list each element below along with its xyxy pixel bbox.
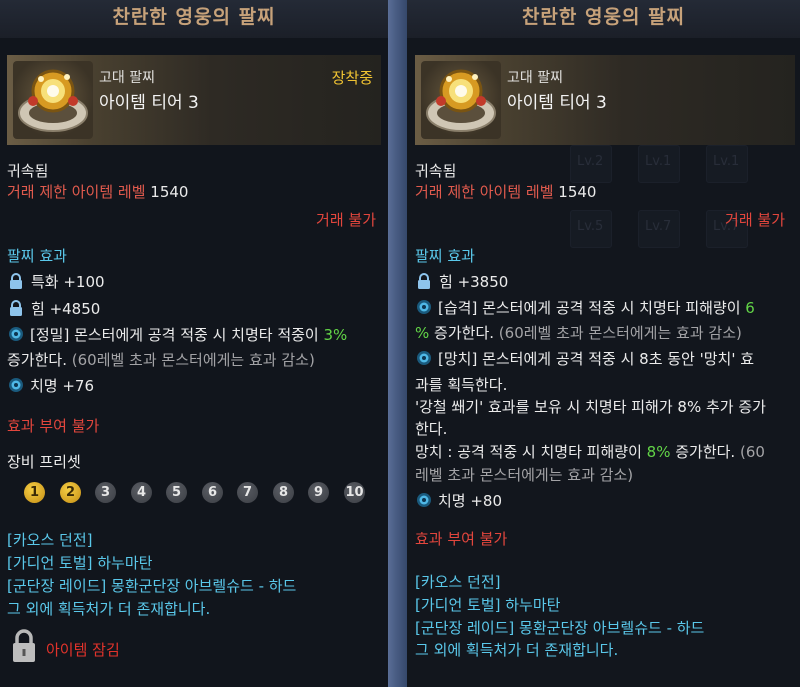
- lock-icon: [10, 273, 22, 289]
- effect-raid-cont: % 증가한다. (60레벨 초과 몬스터에게는 효과 감소): [415, 324, 742, 342]
- bracelet-icon: [13, 61, 93, 139]
- effect-raid: [습격] 몬스터에게 공격 적중 시 치명타 피해량이 6: [415, 297, 755, 318]
- source-chaos-dungeon: [카오스 던전]: [415, 573, 501, 591]
- no-trade-label: 거래 불가: [316, 211, 376, 229]
- gem-icon: [9, 327, 23, 341]
- gem-icon: [417, 351, 431, 365]
- tooltip-equipped: 찬란한 영웅의 팔찌 고대 팔찌 아이템 티어 3 장착중 귀속됨 거래 제한 …: [0, 0, 388, 687]
- stat-line: 힘 +3850: [415, 271, 508, 292]
- effect-hammer: [망치] 몬스터에게 공격 적중 시 8초 동안 '망치' 효: [415, 348, 754, 369]
- item-grade: 고대 팔찌: [507, 70, 563, 86]
- gem-icon: [9, 378, 23, 392]
- trade-level-line: 거래 제한 아이템 레벨 1540: [415, 181, 596, 202]
- bound-status: 귀속됨: [7, 162, 49, 180]
- preset-2-button[interactable]: 2: [60, 482, 81, 503]
- bracelet-icon: [421, 61, 501, 139]
- effects-title: 팔찌 효과: [7, 247, 67, 265]
- source-legion-raid: [군단장 레이드] 몽환군단장 아브렐슈드 - 하드: [415, 619, 705, 637]
- effect-hammer-steel-cont: 한다.: [415, 420, 448, 438]
- no-trade-label: 거래 불가: [725, 211, 785, 229]
- preset-1-button[interactable]: 1: [24, 482, 45, 503]
- effect-hammer-cont: 과를 획득한다.: [415, 376, 508, 394]
- source-chaos-dungeon: [카오스 던전]: [7, 531, 93, 549]
- stat-line: 특화 +100: [7, 271, 105, 292]
- preset-7-button[interactable]: 7: [237, 482, 258, 503]
- effect-precision-cont: 증가한다. (60레벨 초과 몬스터에게는 효과 감소): [7, 351, 315, 369]
- preset-9-button[interactable]: 9: [308, 482, 329, 503]
- effect-hammer-detail-cont: 레벨 초과 몬스터에게는 효과 감소): [415, 466, 634, 484]
- stat-crit: 치명 +76: [30, 377, 95, 395]
- stat-line: 치명 +80: [415, 490, 502, 511]
- bound-status: 귀속됨: [415, 162, 457, 180]
- stat-line: 치명 +76: [7, 375, 94, 396]
- stat-specialization: 특화 +100: [31, 273, 105, 291]
- gem-icon: [417, 493, 431, 507]
- source-more: 그 외에 획득처가 더 존재합니다.: [415, 641, 619, 659]
- stat-strength: 힘 +4850: [31, 300, 101, 318]
- preset-4-button[interactable]: 4: [131, 482, 152, 503]
- lock-icon: [10, 300, 22, 316]
- item-name-title: 찬란한 영웅의 팔찌: [0, 0, 388, 38]
- stat-line: 힘 +4850: [7, 298, 100, 319]
- preset-6-button[interactable]: 6: [202, 482, 223, 503]
- trade-level-line: 거래 제한 아이템 레벨 1540: [7, 181, 188, 202]
- tooltip-compare: 24 48 Lv.2 Lv.1 Lv.1 Lv.5 Lv.7 Lv.7 찬란한 …: [407, 0, 800, 687]
- panel-divider: [388, 0, 407, 687]
- source-guardian: [가디언 토벌] 하누마탄: [7, 554, 153, 572]
- source-more: 그 외에 획득처가 더 존재합니다.: [7, 600, 211, 618]
- preset-title: 장비 프리셋: [7, 453, 81, 471]
- no-effect-grant: 효과 부여 불가: [415, 530, 508, 548]
- gem-icon: [417, 300, 431, 314]
- equipped-badge: 장착중: [331, 69, 373, 87]
- item-tier: 아이템 티어 3: [99, 93, 199, 113]
- lock-icon: [418, 273, 430, 289]
- trade-level-label: 거래 제한 아이템 레벨: [415, 183, 554, 201]
- trade-level-value: 1540: [558, 183, 597, 201]
- preset-8-button[interactable]: 8: [273, 482, 294, 503]
- effect-precision: [정밀] 몬스터에게 공격 적중 시 치명타 적중이 3%: [7, 324, 347, 345]
- no-effect-grant: 효과 부여 불가: [7, 417, 100, 435]
- source-guardian: [가디언 토벌] 하누마탄: [415, 596, 561, 614]
- item-header: 고대 팔찌 아이템 티어 3: [415, 55, 795, 145]
- effect-hammer-detail: 망치 : 공격 적중 시 치명타 피해량이 8% 증가한다. (60: [415, 443, 765, 461]
- preset-10-button[interactable]: 10: [344, 482, 365, 503]
- preset-3-button[interactable]: 3: [95, 482, 116, 503]
- preset-5-button[interactable]: 5: [166, 482, 187, 503]
- item-grade: 고대 팔찌: [99, 70, 155, 86]
- item-lock-label: 아이템 잠김: [46, 641, 120, 659]
- trade-level-label: 거래 제한 아이템 레벨: [7, 183, 146, 201]
- stat-strength: 힘 +3850: [439, 273, 509, 291]
- effects-title: 팔찌 효과: [415, 247, 475, 265]
- item-header: 고대 팔찌 아이템 티어 3 장착중: [7, 55, 381, 145]
- item-name-title: 찬란한 영웅의 팔찌: [407, 0, 800, 38]
- trade-level-value: 1540: [150, 183, 189, 201]
- stat-crit: 치명 +80: [438, 492, 503, 510]
- padlock-icon: [13, 629, 35, 662]
- effect-hammer-steel: '강철 쐐기' 효과를 보유 시 치명타 피해가 8% 추가 증가: [415, 398, 766, 416]
- source-legion-raid: [군단장 레이드] 몽환군단장 아브렐슈드 - 하드: [7, 577, 297, 595]
- item-tier: 아이템 티어 3: [507, 93, 607, 113]
